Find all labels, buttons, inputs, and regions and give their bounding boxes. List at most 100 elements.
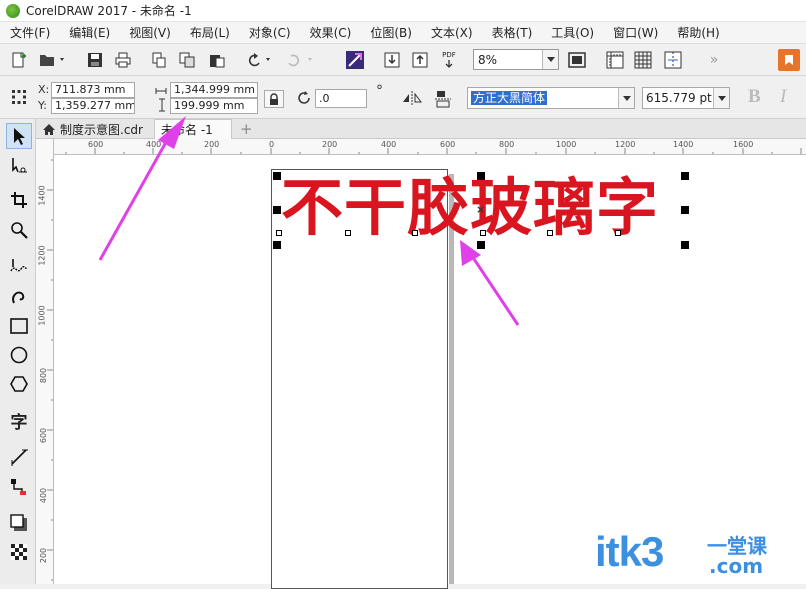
font-size-select[interactable]: 615.779 pt [642,87,730,109]
show-guidelines-icon[interactable] [662,49,684,71]
shape-tool-icon[interactable] [6,153,32,179]
tab-untitled[interactable]: 未命名 -1 [154,119,232,139]
chevron-down-icon[interactable] [542,50,558,69]
pick-tool-icon[interactable] [6,123,32,149]
ruler-label: 1000 [37,305,47,326]
artistic-media-tool-icon[interactable] [6,283,32,309]
import-icon[interactable] [381,49,403,71]
toolbar-overflow-button[interactable]: » [703,49,725,71]
ruler-label: 600 [440,140,456,149]
ruler-label: 1200 [37,245,47,266]
selection-handle[interactable] [681,172,689,180]
menu-effects[interactable]: 效果(C) [310,24,352,41]
object-width-field[interactable]: 1,344.999 mm [170,82,258,98]
crop-tool-icon[interactable] [6,187,32,213]
print-icon[interactable] [112,49,134,71]
tab-document-cdr[interactable]: 制度示意图.cdr [54,119,149,139]
connector-tool-icon[interactable] [6,474,32,500]
rectangle-tool-icon[interactable] [6,313,32,339]
parallel-dimension-tool-icon[interactable] [6,444,32,470]
property-bar: X: 711.873 mm Y: 1,359.277 mm 1,344.999 … [0,77,806,119]
ruler-label: 0 [269,140,275,149]
selection-handle[interactable] [273,241,281,249]
y-position-field[interactable]: 1,359.277 mm [51,98,135,114]
selection-handle[interactable] [681,241,689,249]
vertical-ruler[interactable]: 1400 1200 1000 800 600 400 200 [36,139,54,584]
cut-icon[interactable] [148,49,170,71]
save-icon[interactable] [84,49,106,71]
export-icon[interactable] [409,49,431,71]
artistic-text-object[interactable]: 不干胶玻璃字 [281,170,659,246]
window-title: CorelDRAW 2017 - 未命名 -1 [26,4,192,18]
ruler-label: 200 [322,140,338,149]
y-label: Y: [38,99,47,112]
menu-view[interactable]: 视图(V) [129,24,171,41]
menu-table[interactable]: 表格(T) [492,24,533,41]
node-handle[interactable] [547,230,553,236]
menu-help[interactable]: 帮助(H) [677,24,719,41]
show-grid-icon[interactable] [632,49,654,71]
selection-handle[interactable] [477,172,485,180]
node-handle[interactable] [345,230,351,236]
watermark-logo: itk3 一堂课 .com [595,528,767,578]
font-size-chevron-down-icon[interactable] [713,88,729,108]
menu-edit[interactable]: 编辑(E) [69,24,110,41]
bold-button[interactable]: B [748,86,761,108]
polygon-tool-icon[interactable] [6,371,32,397]
menu-file[interactable]: 文件(F) [10,24,50,41]
zoom-level-select[interactable]: 8% [473,49,559,70]
italic-button[interactable]: I [780,86,786,108]
paste-icon[interactable] [206,49,228,71]
selection-handle[interactable] [477,241,485,249]
menu-layout[interactable]: 布局(L) [190,24,230,41]
pdf-icon[interactable]: PDF [438,49,460,71]
mirror-horizontal-icon[interactable] [402,90,422,109]
transparency-tool-icon[interactable] [6,539,32,565]
mirror-vertical-icon[interactable] [434,90,452,111]
show-rulers-icon[interactable] [604,49,626,71]
horizontal-ruler[interactable]: 600 400 200 0 200 400 600 800 1000 1200 … [54,139,806,155]
selection-handle[interactable] [681,206,689,214]
x-position-field[interactable]: 711.873 mm [51,82,135,98]
welcome-screen-icon[interactable] [778,49,800,71]
new-icon[interactable] [8,49,30,71]
freehand-tool-icon[interactable] [6,253,32,279]
full-screen-preview-icon[interactable] [566,49,588,71]
launch-icon[interactable] [344,49,366,71]
menu-text[interactable]: 文本(X) [431,24,473,41]
add-tab-button[interactable]: + [234,119,259,139]
menu-bar: 文件(F) 编辑(E) 视图(V) 布局(L) 对象(C) 效果(C) 位图(B… [0,22,806,44]
toolbox: 字 [0,119,36,584]
copy-icon[interactable] [176,49,198,71]
document-tab-bar: 制度示意图.cdr 未命名 -1 + [36,119,806,139]
undo-icon[interactable] [244,49,274,71]
watermark-brand: itk3 [595,528,664,575]
node-handle[interactable] [412,230,418,236]
tab-label: 未命名 -1 [161,123,213,137]
watermark-domain: .com [709,554,764,578]
rotate-icon [296,90,312,109]
object-height-field[interactable]: 199.999 mm [170,98,258,114]
zoom-tool-icon[interactable] [6,217,32,243]
menu-tools[interactable]: 工具(O) [551,24,594,41]
drop-shadow-tool-icon[interactable] [6,510,32,536]
node-handle[interactable] [615,230,621,236]
rotation-angle-field[interactable]: .0 [315,89,367,108]
menu-bitmaps[interactable]: 位图(B) [370,24,412,41]
lock-ratio-icon[interactable] [264,90,284,108]
reference-point-icon[interactable] [11,89,27,108]
node-handle[interactable] [480,230,486,236]
selection-handle[interactable] [273,172,281,180]
font-list-chevron-down-icon[interactable] [618,88,634,108]
text-tool-icon[interactable]: 字 [6,407,32,433]
redo-icon[interactable] [286,49,316,71]
open-icon[interactable] [38,49,68,71]
font-list-select[interactable]: 方正大黑简体 [467,87,635,109]
ruler-label: 200 [204,140,220,149]
node-handle[interactable] [276,230,282,236]
selection-handle[interactable] [273,206,281,214]
ellipse-tool-icon[interactable] [6,342,32,368]
menu-object[interactable]: 对象(C) [249,24,291,41]
menu-window[interactable]: 窗口(W) [613,24,658,41]
ruler-label: 400 [146,140,162,149]
